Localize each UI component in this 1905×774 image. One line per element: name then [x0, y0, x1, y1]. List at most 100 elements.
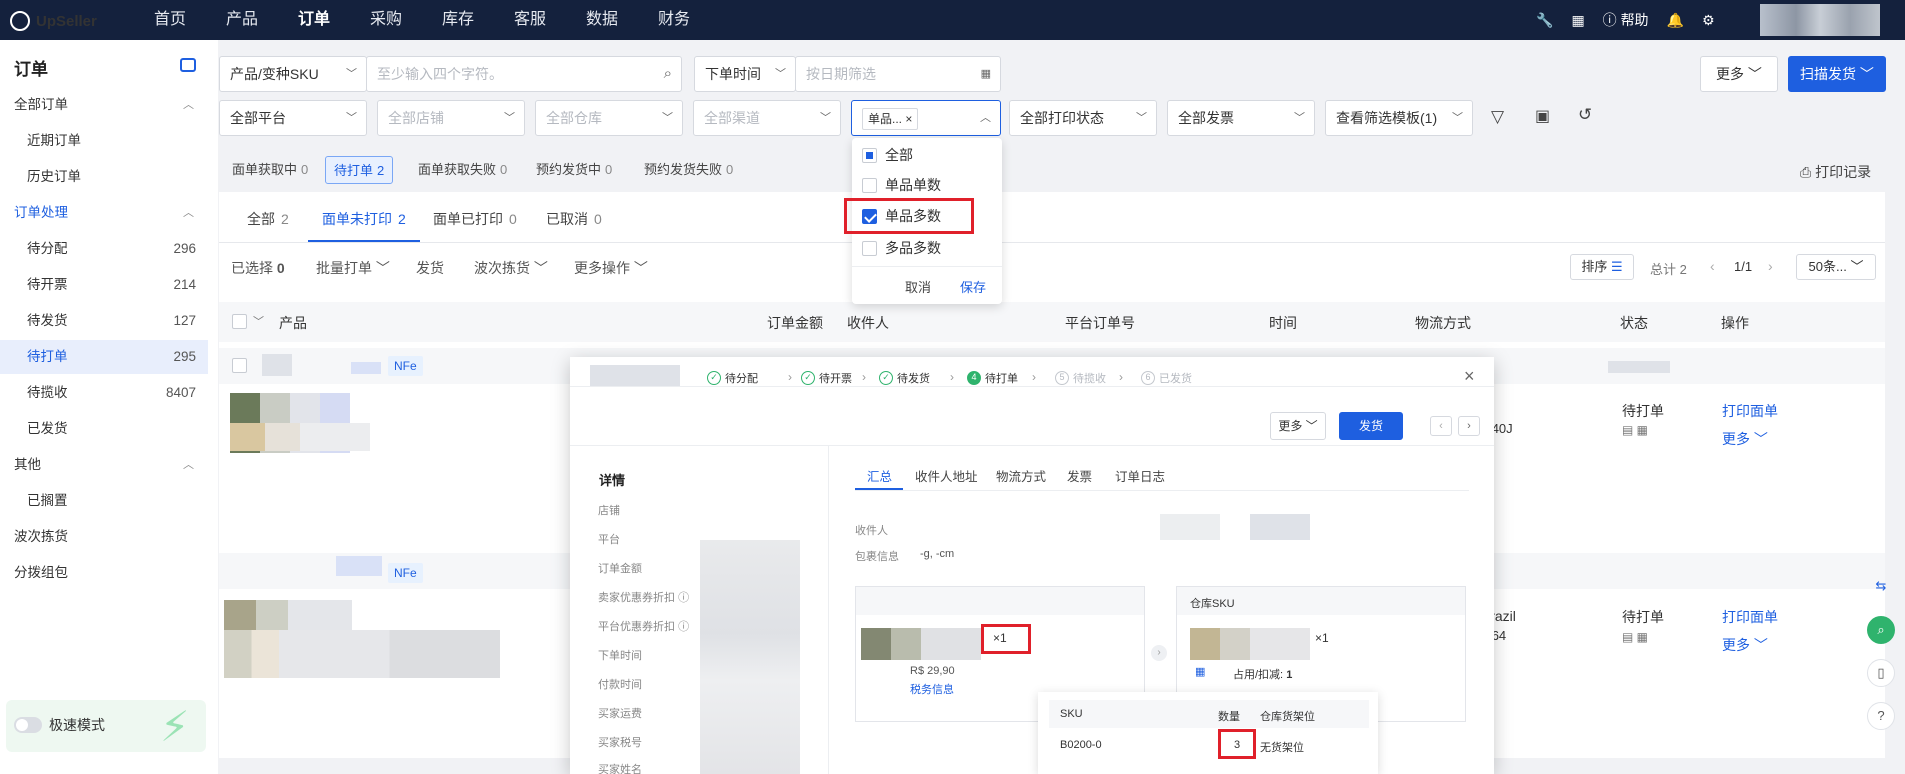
- checkbox-checked[interactable]: [862, 208, 877, 224]
- modal-tab-summary[interactable]: 汇总: [867, 466, 892, 485]
- more-actions-link[interactable]: 更多 ﹀: [1722, 635, 1768, 655]
- sidebar-group-processing[interactable]: 订单处理 ︿: [0, 196, 208, 230]
- platform-select[interactable]: 全部平台 ﹀: [219, 100, 367, 136]
- print-status-select[interactable]: 全部打印状态 ﹀: [1009, 100, 1157, 136]
- barcode-icon[interactable]: ▤ ▦: [1622, 630, 1648, 644]
- sidebar-item-pending-ship[interactable]: 待发货 127: [0, 304, 208, 338]
- nav-data[interactable]: 数据: [566, 0, 638, 40]
- prev-order-icon[interactable]: ‹: [1430, 416, 1452, 436]
- sidebar-item-pending-invoice[interactable]: 待开票 214: [0, 268, 208, 302]
- brand-logo[interactable]: UpSeller: [10, 10, 97, 32]
- date-filter-input[interactable]: 按日期筛选 ▦: [795, 56, 1001, 92]
- modal-tab-address[interactable]: 收件人地址: [915, 466, 978, 485]
- time-type-select[interactable]: 下单时间 ﹀: [694, 56, 796, 92]
- filter-template-select[interactable]: 查看筛选模板(1) ﹀: [1325, 100, 1473, 136]
- wave-pick-button[interactable]: 波次拣货 ﹀: [474, 258, 548, 278]
- sidebar-item-pending-assign[interactable]: 待分配 296: [0, 232, 208, 266]
- filter-funnel-icon[interactable]: ▽: [1491, 107, 1504, 127]
- modal-tab-log[interactable]: 订单日志: [1115, 466, 1165, 485]
- checkbox[interactable]: [862, 240, 877, 256]
- nav-service[interactable]: 客服: [494, 0, 566, 40]
- pill-fetch-failed[interactable]: 面单获取失败 0: [410, 156, 515, 184]
- apps-grid-icon[interactable]: ▦: [1571, 12, 1584, 29]
- more-ops-button[interactable]: 更多操作 ﹀: [574, 258, 648, 278]
- modal-tab-logistics[interactable]: 物流方式: [996, 466, 1046, 485]
- nav-purchase[interactable]: 采购: [350, 0, 422, 40]
- sidebar-item-history[interactable]: 历史订单: [0, 160, 208, 194]
- print-label-link[interactable]: 打印面单: [1722, 607, 1778, 627]
- sidebar-item-shelved[interactable]: 已搁置: [0, 484, 208, 518]
- sidebar-item-wave-pick[interactable]: 波次拣货: [0, 520, 208, 554]
- help-link[interactable]: ⓘ 帮助: [1603, 10, 1649, 30]
- settings-gear-icon[interactable]: ⚙: [1702, 12, 1715, 29]
- close-icon[interactable]: ×: [905, 112, 912, 126]
- close-icon[interactable]: ×: [1464, 366, 1475, 387]
- pill-fetching[interactable]: 面单获取中 0: [224, 156, 316, 184]
- select-all-checkbox[interactable]: [232, 314, 247, 329]
- sidebar-group-all-orders[interactable]: 全部订单 ︿: [0, 88, 208, 122]
- modal-ship-button[interactable]: 发货: [1339, 412, 1403, 440]
- search-input[interactable]: 至少输入四个字符。 ⌕: [366, 56, 682, 92]
- save-filter-icon[interactable]: ▣: [1535, 106, 1550, 126]
- user-avatar[interactable]: [1760, 4, 1880, 36]
- next-order-icon[interactable]: ›: [1458, 416, 1480, 436]
- more-button[interactable]: 更多 ﹀: [1700, 56, 1778, 92]
- sidebar-item-shipped[interactable]: 已发货: [0, 412, 208, 446]
- tax-info-link[interactable]: 税务信息: [910, 681, 954, 697]
- combo-icon[interactable]: ▦: [1195, 665, 1205, 678]
- dropdown-cancel-button[interactable]: 取消: [905, 277, 931, 296]
- fast-mode-toggle[interactable]: [14, 717, 42, 733]
- pill-schedule-failed[interactable]: 预约发货失败 0: [636, 156, 741, 184]
- sidebar-item-recent[interactable]: 近期订单: [0, 124, 208, 158]
- pill-scheduling[interactable]: 预约发货中 0: [528, 156, 620, 184]
- mobile-icon[interactable]: ▯: [1867, 659, 1895, 687]
- tab-cancelled[interactable]: 已取消 0: [546, 202, 602, 242]
- warehouse-select[interactable]: 全部仓库 ﹀: [535, 100, 683, 136]
- page-size-select[interactable]: 50条... ﹀: [1796, 254, 1876, 280]
- option-single-item-multi-qty[interactable]: 单品多数: [862, 205, 941, 227]
- order-checkbox[interactable]: [232, 358, 247, 373]
- sort-button[interactable]: 排序 ☰: [1570, 254, 1634, 280]
- dropdown-save-button[interactable]: 保存: [960, 277, 986, 296]
- invoice-select[interactable]: 全部发票 ﹀: [1167, 100, 1315, 136]
- sku-type-select[interactable]: 产品/变种SKU ﹀: [219, 56, 367, 92]
- checkbox[interactable]: [862, 177, 877, 193]
- barcode-icon[interactable]: ▤ ▦: [1622, 423, 1648, 437]
- sidebar-item-pending-pickup[interactable]: 待揽收 8407: [0, 376, 208, 410]
- ship-button[interactable]: 发货: [416, 258, 444, 278]
- option-single-item-single-qty[interactable]: 单品单数: [862, 174, 941, 196]
- tools-icon[interactable]: 🔧: [1536, 12, 1553, 29]
- nav-inventory[interactable]: 库存: [422, 0, 494, 40]
- search-icon[interactable]: ⌕: [1867, 616, 1895, 644]
- checkbox-indeterminate[interactable]: [862, 147, 877, 163]
- pill-pending-print[interactable]: 待打单 2: [325, 156, 394, 184]
- next-page-icon[interactable]: ›: [1768, 258, 1773, 274]
- print-log-link[interactable]: ⎙ 打印记录: [1800, 162, 1871, 182]
- translate-icon[interactable]: ⇆: [1867, 573, 1895, 601]
- sidebar-item-pending-print[interactable]: 待打单 295: [0, 340, 208, 374]
- tab-printed[interactable]: 面单已打印 0: [433, 202, 517, 242]
- sidebar-item-sorting[interactable]: 分拨组包: [0, 556, 208, 590]
- sidebar-group-other[interactable]: 其他 ︿: [0, 448, 208, 482]
- batch-print-button[interactable]: 批量打单 ﹀: [316, 258, 390, 278]
- more-actions-link[interactable]: 更多 ﹀: [1722, 429, 1768, 449]
- nav-finance[interactable]: 财务: [638, 0, 710, 40]
- search-icon[interactable]: ⌕: [664, 57, 672, 91]
- help-icon[interactable]: ?: [1867, 702, 1895, 730]
- prev-page-icon[interactable]: ‹: [1710, 258, 1715, 274]
- nav-products[interactable]: 产品: [206, 0, 278, 40]
- modal-tab-invoice[interactable]: 发票: [1067, 466, 1092, 485]
- sidebar-collapse-icon[interactable]: [180, 58, 196, 72]
- notification-icon[interactable]: 🔔: [1667, 12, 1684, 29]
- reset-undo-icon[interactable]: ↺: [1578, 105, 1592, 125]
- option-multi-item-multi-qty[interactable]: 多品多数: [862, 237, 941, 259]
- tab-all[interactable]: 全部 2: [247, 202, 289, 242]
- channel-select[interactable]: 全部渠道 ﹀: [693, 100, 841, 136]
- chevron-down-icon[interactable]: ﹀: [253, 313, 264, 329]
- tab-unprinted[interactable]: 面单未打印 2: [308, 202, 420, 242]
- nav-orders[interactable]: 订单: [278, 0, 350, 40]
- nav-home[interactable]: 首页: [134, 0, 206, 40]
- scan-ship-button[interactable]: 扫描发货 ﹀: [1788, 56, 1886, 92]
- item-quantity-select[interactable]: 单品... × ︿: [851, 100, 1001, 136]
- option-all[interactable]: 全部: [862, 144, 913, 166]
